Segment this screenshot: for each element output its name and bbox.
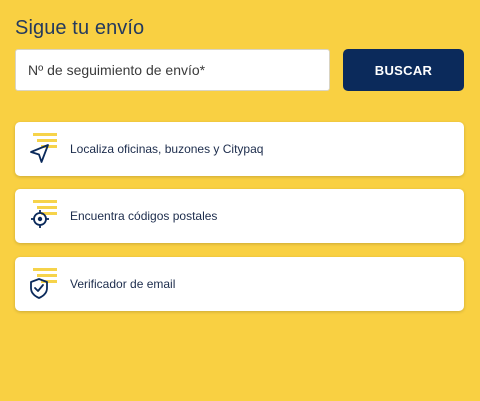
page-title: Sigue tu envío — [15, 17, 145, 39]
link-card-label: Verificador de email — [70, 277, 176, 291]
link-card-email-verifier[interactable]: Verificador de email — [15, 257, 464, 311]
tracking-search-row: BUSCAR — [15, 49, 464, 91]
tracking-number-input[interactable] — [15, 49, 330, 91]
link-card-label: Localiza oficinas, buzones y Citypaq — [70, 142, 264, 156]
crosshair-icon — [27, 197, 61, 235]
search-button[interactable]: BUSCAR — [343, 49, 464, 91]
link-card-label: Encuentra códigos postales — [70, 209, 218, 223]
location-arrow-icon — [27, 130, 61, 168]
link-card-locate-offices[interactable]: Localiza oficinas, buzones y Citypaq — [15, 122, 464, 176]
link-card-postal-codes[interactable]: Encuentra códigos postales — [15, 189, 464, 243]
shield-check-icon — [27, 265, 61, 303]
